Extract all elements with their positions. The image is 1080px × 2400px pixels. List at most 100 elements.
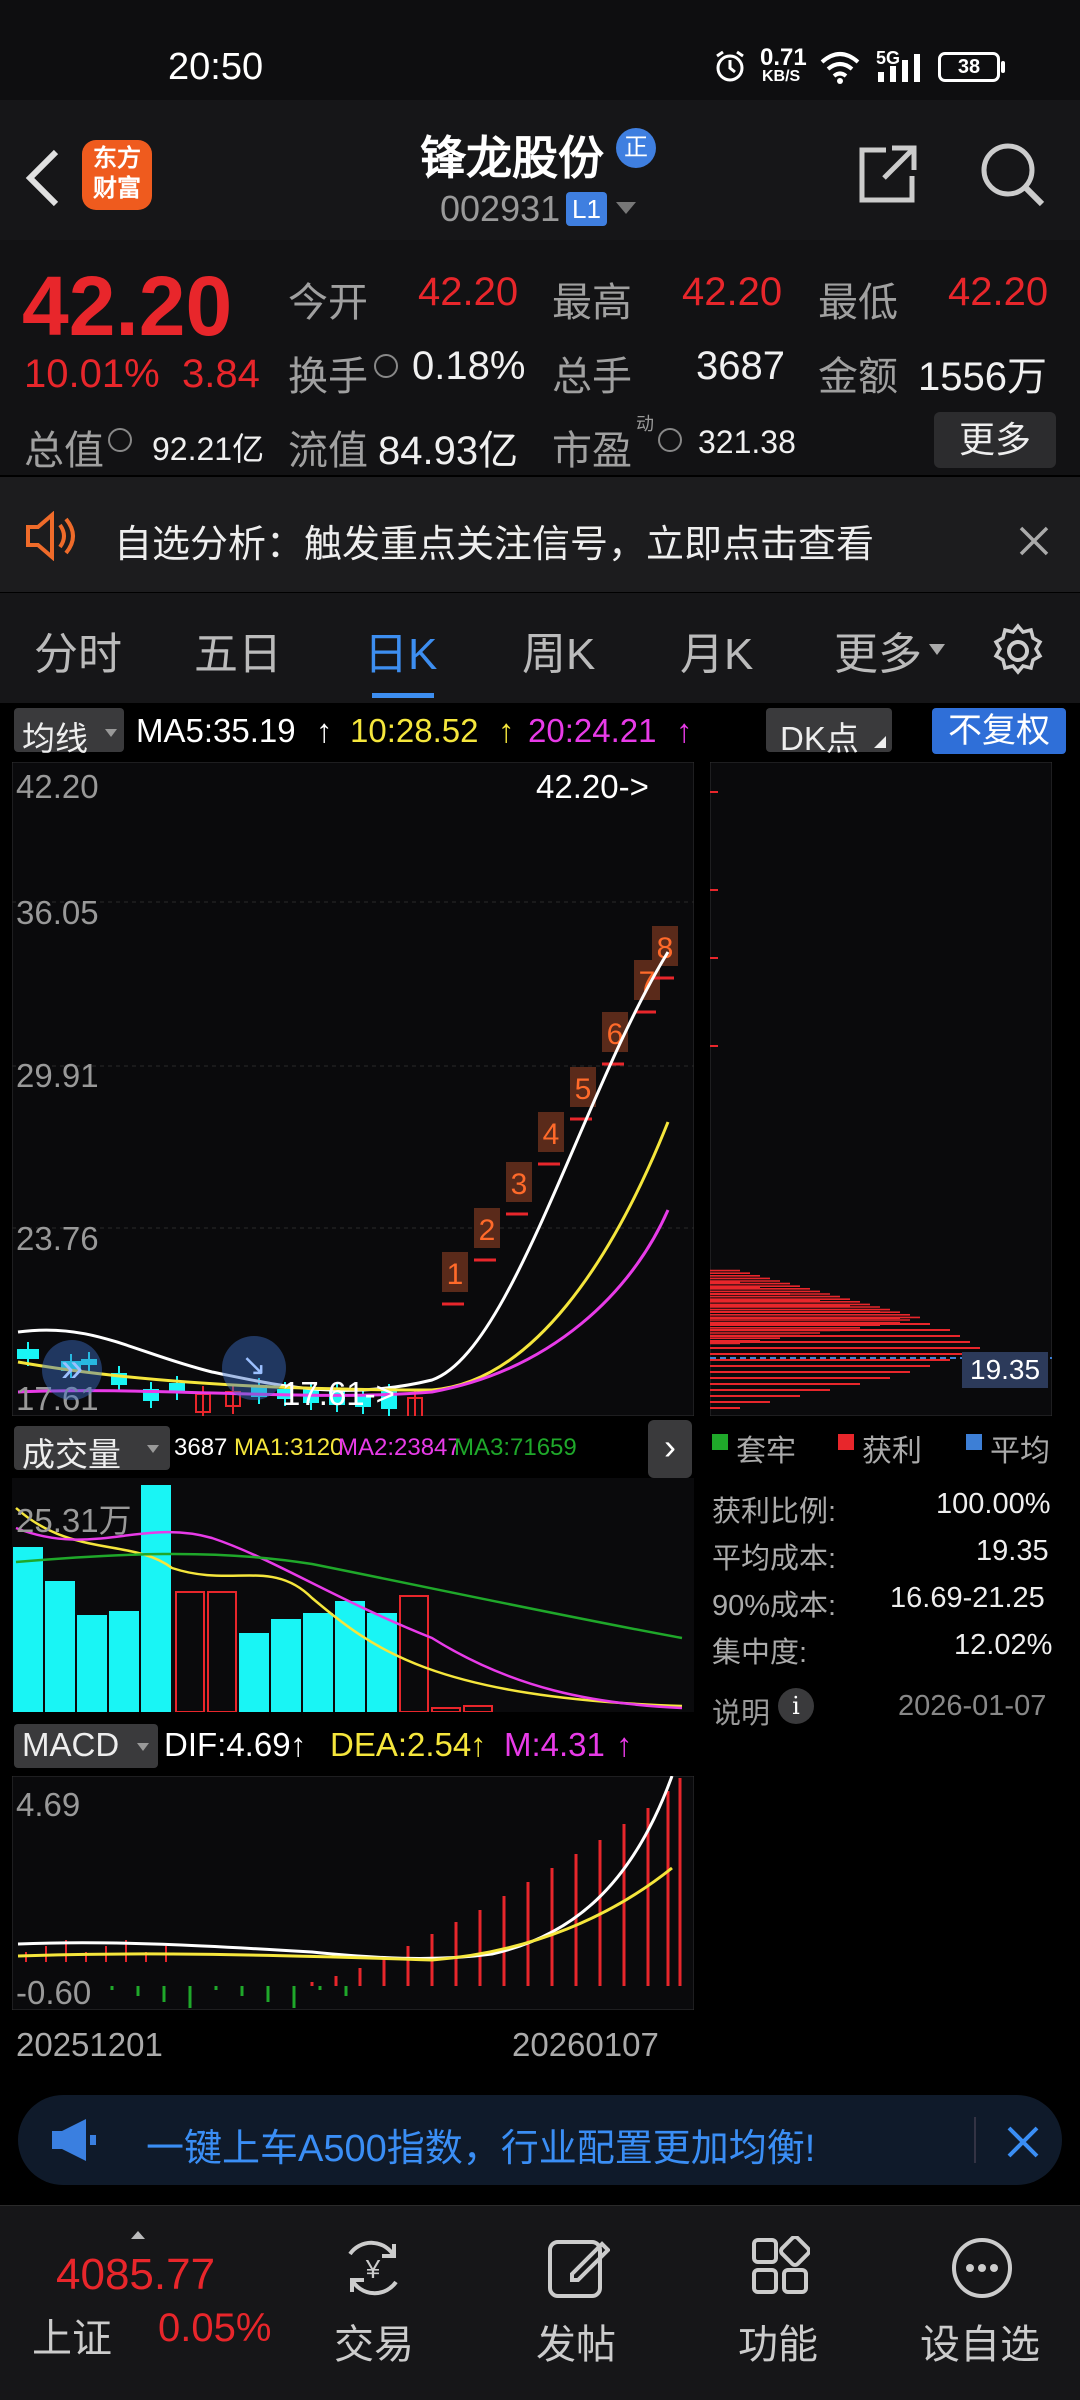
- volume-dropdown-icon[interactable]: [146, 1444, 160, 1454]
- mktcap-label: 总值: [24, 429, 104, 473]
- float-label: 流值: [288, 429, 368, 473]
- kline-chart[interactable]: 12345678: [12, 762, 694, 1416]
- signal-icon: [878, 54, 920, 82]
- open-label: 今开: [288, 281, 368, 325]
- chip-row-label-1: 获利比例:: [712, 1496, 837, 1528]
- notice-bar[interactable]: 自选分析：触发重点关注信号，立即点击查看: [0, 477, 1080, 592]
- legend-profit: 获利: [862, 1435, 922, 1468]
- step-label: 6: [607, 1018, 624, 1051]
- macd-dropdown-icon[interactable]: [136, 1742, 150, 1752]
- step-label: 4: [543, 1118, 560, 1151]
- ma-dropdown-icon[interactable]: [104, 728, 118, 738]
- level-dropdown-icon[interactable]: [614, 200, 638, 218]
- volume-bar: [109, 1611, 139, 1712]
- stock-name: 锋龙股份: [420, 132, 604, 184]
- eastmoney-logo[interactable]: 东方 财富: [82, 140, 152, 210]
- search-icon[interactable]: [978, 140, 1048, 210]
- pe-info-icon[interactable]: [658, 428, 682, 452]
- share-icon[interactable]: [856, 142, 920, 206]
- high-marker: 42.20->: [536, 768, 649, 805]
- battery-icon: 38: [938, 52, 1000, 82]
- volume-current: 3687: [174, 1434, 228, 1461]
- tab-wuri[interactable]: 五日: [194, 618, 282, 682]
- tab-fenshi[interactable]: 分时: [34, 618, 122, 682]
- ad-banner[interactable]: 一键上车A500指数，行业配置更加均衡!: [18, 2095, 1062, 2185]
- level-badge[interactable]: L1: [566, 192, 607, 226]
- ad-divider: [974, 2117, 976, 2163]
- chip-distribution-chart[interactable]: [710, 762, 1052, 1416]
- volume-selector-label: 成交量: [22, 1436, 121, 1473]
- quote-panel: 42.20 10.01% 3.84 总值 92.21亿 今开 42.20 最高 …: [0, 240, 1080, 475]
- high-value: 42.20: [682, 270, 783, 314]
- macd-dif-arrow: ↑: [290, 1726, 307, 1763]
- mktcap-info-icon[interactable]: [108, 428, 132, 452]
- favorite-icon[interactable]: [950, 2236, 1014, 2300]
- volume-ma3: MA3:71659: [454, 1434, 577, 1461]
- more-button[interactable]: 更多: [934, 412, 1056, 468]
- tab-more[interactable]: 更多: [834, 618, 922, 682]
- close-notice-icon[interactable]: [1018, 525, 1050, 557]
- volume-value: 3687: [696, 344, 785, 388]
- functions-icon[interactable]: [750, 2236, 810, 2296]
- logo-line2: 财富: [93, 175, 141, 202]
- index-value[interactable]: 4085.77: [56, 2250, 215, 2300]
- tab-rik[interactable]: 日K: [364, 618, 437, 682]
- legend-avg-swatch: [966, 1434, 982, 1450]
- ad-text: 一键上车A500指数，行业配置更加均衡!: [146, 2128, 816, 2170]
- turnover-info-icon[interactable]: [374, 354, 398, 378]
- badge-zheng: 正: [616, 128, 656, 168]
- tab-zhouk[interactable]: 周K: [522, 618, 595, 682]
- step-label: 8: [657, 932, 674, 965]
- legend-trapped-swatch: [712, 1434, 728, 1450]
- step-label: 3: [511, 1168, 528, 1201]
- chip-row-value-1: 100.00%: [936, 1488, 1051, 1520]
- chip-row-value-3: 16.69-21.25: [890, 1582, 1045, 1614]
- index-up-arrow-icon: [131, 2231, 145, 2239]
- wifi-icon: [820, 52, 860, 84]
- back-icon[interactable]: [24, 148, 64, 208]
- close-ad-icon[interactable]: [1006, 2125, 1040, 2159]
- step-label: 5: [575, 1073, 592, 1106]
- dk-dropdown-icon[interactable]: [874, 736, 886, 748]
- nav-add-favorite[interactable]: 设自选: [920, 2312, 1040, 2370]
- volume-bar: [141, 1485, 171, 1712]
- y-tick-1: 42.20: [16, 768, 99, 805]
- tab-yuek[interactable]: 月K: [680, 618, 753, 682]
- macd-dea: DEA:2.54: [330, 1726, 472, 1763]
- last-price: 42.20: [22, 259, 233, 353]
- nav-post[interactable]: 发帖: [536, 2312, 616, 2370]
- dk-button-label: DK点: [780, 720, 859, 757]
- legend-profit-swatch: [838, 1434, 854, 1450]
- zoom-icon[interactable]: ↘: [222, 1336, 286, 1400]
- trade-icon[interactable]: ¥: [338, 2236, 408, 2300]
- y-tick-3: 29.91: [16, 1057, 99, 1094]
- macd-chart[interactable]: [12, 1776, 694, 2010]
- settings-gear-icon[interactable]: [990, 623, 1046, 679]
- post-icon[interactable]: [546, 2234, 610, 2300]
- net-unit: KB/S: [762, 68, 801, 85]
- y-tick-2: 36.05: [16, 894, 99, 931]
- header: 东方 财富 锋龙股份 正 002931 L1: [0, 100, 1080, 240]
- expand-left-icon[interactable]: »: [42, 1340, 102, 1400]
- low-label: 最低: [818, 281, 898, 325]
- ma10-value: 10:28.52: [350, 712, 479, 749]
- high-label: 最高: [552, 281, 632, 325]
- index-change: 0.05%: [158, 2306, 272, 2350]
- macd-top-label: 4.69: [16, 1786, 81, 1823]
- megaphone-icon: [52, 2119, 96, 2161]
- macd-m-arrow: ↑: [616, 1726, 633, 1763]
- volume-expand-button[interactable]: ›: [648, 1420, 692, 1478]
- no-adjust-button[interactable]: 不复权: [932, 708, 1066, 754]
- tab-more-dropdown-icon[interactable]: [928, 643, 946, 657]
- volume-label: 总手: [552, 355, 632, 399]
- volume-max-label: 25.31万: [16, 1502, 132, 1539]
- nav-functions[interactable]: 功能: [738, 2312, 818, 2370]
- nav-trade[interactable]: 交易: [334, 2312, 414, 2370]
- volume-bar: [239, 1633, 269, 1712]
- info-icon[interactable]: i: [778, 1688, 814, 1724]
- low-marker: 17.61->: [282, 1375, 395, 1412]
- volume-bar: [335, 1601, 365, 1712]
- amount-value: 1556万: [918, 355, 1047, 399]
- period-tabs: 分时 五日 日K 周K 月K 更多: [0, 593, 1080, 703]
- low-value: 42.20: [948, 270, 1049, 314]
